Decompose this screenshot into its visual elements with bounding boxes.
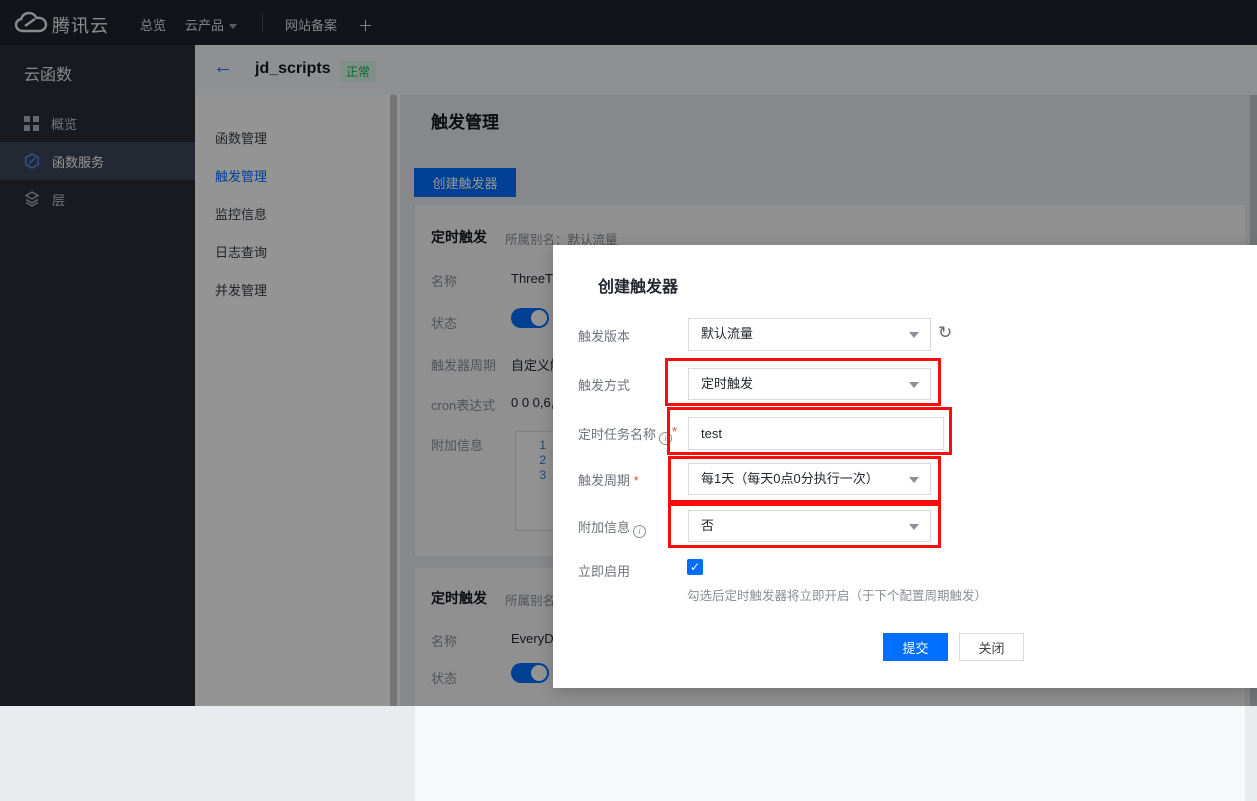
required-marker: *: [672, 424, 677, 439]
version-select[interactable]: 默认流量: [688, 318, 931, 351]
extra-label: 附加信息i: [578, 517, 646, 538]
caret-down-icon: [909, 477, 919, 483]
type-select[interactable]: 定时触发: [688, 368, 931, 400]
period-select[interactable]: 每1天（每天0点0分执行一次）: [688, 463, 931, 495]
period-label: 触发周期 *: [578, 470, 639, 489]
task-name-input[interactable]: [688, 417, 944, 450]
enable-hint: 勾选后定时触发器将立即开启（于下个配置周期触发）: [687, 585, 987, 604]
create-trigger-modal: 创建触发器 触发版本 默认流量 ↻ 触发方式 定时触发 定时任务名称i * 触发…: [553, 245, 1257, 688]
caret-down-icon: [909, 382, 919, 388]
info-icon: i: [659, 432, 672, 445]
caret-down-icon: [909, 332, 919, 338]
modal-title: 创建触发器: [598, 273, 678, 297]
task-name-label: 定时任务名称i: [578, 424, 672, 445]
version-label: 触发版本: [578, 326, 630, 345]
close-button[interactable]: 关闭: [959, 633, 1024, 661]
submit-button[interactable]: 提交: [883, 633, 948, 661]
type-label: 触发方式: [578, 375, 630, 394]
extra-select[interactable]: 否: [688, 510, 931, 542]
required-marker: *: [634, 473, 639, 488]
caret-down-icon: [909, 524, 919, 530]
enable-label: 立即启用: [578, 561, 630, 580]
check-icon: ✓: [690, 560, 700, 574]
enable-checkbox[interactable]: ✓: [687, 559, 703, 575]
info-icon: i: [633, 525, 646, 538]
refresh-icon[interactable]: ↻: [938, 323, 952, 343]
